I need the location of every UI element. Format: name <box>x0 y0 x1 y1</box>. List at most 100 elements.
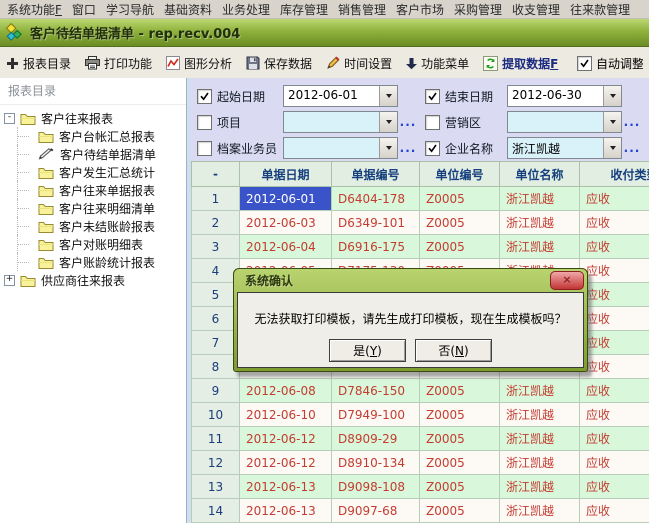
tree-item[interactable]: 客户往来明细清单 <box>4 199 186 217</box>
row-number[interactable]: 1 <box>192 187 240 211</box>
cell-doc_no[interactable]: D9098-108 <box>332 475 420 499</box>
cell-type[interactable]: 应收 <box>580 451 649 475</box>
cell-doc_no[interactable]: D7949-100 <box>332 403 420 427</box>
tree-item[interactable]: -客户往来报表 <box>4 109 186 127</box>
cell-unit_no[interactable]: Z0005 <box>420 211 500 235</box>
cell-type[interactable]: 应收 <box>580 307 649 331</box>
cell-date[interactable]: 2012-06-03 <box>240 211 332 235</box>
tree-item[interactable]: 客户发生汇总统计 <box>4 163 186 181</box>
cell-date[interactable]: 2012-06-13 <box>240 499 332 523</box>
cell-doc_no[interactable]: D8910-134 <box>332 451 420 475</box>
menu-item[interactable]: 基础资料 <box>159 0 217 19</box>
cell-doc_no[interactable]: D7846-150 <box>332 379 420 403</box>
cell-unit_no[interactable]: Z0005 <box>420 403 500 427</box>
expand-icon[interactable]: + <box>4 275 15 286</box>
collapse-icon[interactable]: - <box>4 113 15 124</box>
filter-project-browse-button[interactable]: ... <box>398 115 418 129</box>
column-header[interactable]: 单据编号 <box>332 162 420 187</box>
menu-item[interactable]: 往来款管理 <box>565 0 635 19</box>
filter-file-salesman-combobox[interactable] <box>283 137 398 159</box>
tree-item[interactable]: +供应商往来报表 <box>4 271 186 289</box>
menu-item[interactable]: 销售管理 <box>333 0 391 19</box>
cell-unit_name[interactable]: 浙江凯越 <box>500 187 580 211</box>
cell-unit_name[interactable]: 浙江凯越 <box>500 211 580 235</box>
menu-item[interactable]: 客户市场 <box>391 0 449 19</box>
cell-type[interactable]: 应收 <box>580 187 649 211</box>
cell-unit_name[interactable]: 浙江凯越 <box>500 475 580 499</box>
cell-unit_no[interactable]: Z0005 <box>420 187 500 211</box>
column-header[interactable]: 单据日期 <box>240 162 332 187</box>
toolbar-extract-data-button[interactable]: 提取数据F <box>483 55 558 72</box>
cell-doc_no[interactable]: D9097-68 <box>332 499 420 523</box>
toolbar-print-button[interactable]: 打印功能 <box>85 55 152 72</box>
filter-company-name-combobox[interactable]: 浙江凯越 <box>507 137 622 159</box>
column-header[interactable]: 单位编号 <box>420 162 500 187</box>
menu-item[interactable]: 窗口 <box>67 0 101 19</box>
filter-file-salesman-browse-button[interactable]: ... <box>398 141 418 155</box>
auto-adjust-toggle[interactable]: 自动调整 <box>577 55 643 72</box>
auto-adjust-checkbox[interactable] <box>577 56 592 71</box>
cell-type[interactable]: 应收 <box>580 379 649 403</box>
filter-sales-region-browse-button[interactable]: ... <box>622 115 642 129</box>
filter-company-name-browse-button[interactable]: ... <box>622 141 642 155</box>
cell-type[interactable]: 应收 <box>580 283 649 307</box>
cell-doc_no[interactable]: D8909-29 <box>332 427 420 451</box>
row-number[interactable]: 9 <box>192 379 240 403</box>
cell-date[interactable]: 2012-06-04 <box>240 235 332 259</box>
tree-item[interactable]: 客户账龄统计报表 <box>4 253 186 271</box>
row-number[interactable]: 11 <box>192 427 240 451</box>
filter-start-date-checkbox[interactable] <box>197 89 212 104</box>
tree-item[interactable]: 客户对账明细表 <box>4 235 186 253</box>
toolbar-time-settings-button[interactable]: 时间设置 <box>326 55 392 72</box>
cell-unit_name[interactable]: 浙江凯越 <box>500 403 580 427</box>
tree-item[interactable]: 客户往来单据报表 <box>4 181 186 199</box>
cell-type[interactable]: 应收 <box>580 403 649 427</box>
close-icon[interactable]: × <box>550 271 584 290</box>
filter-file-salesman-checkbox[interactable] <box>197 141 212 156</box>
cell-doc_no[interactable]: D6349-101 <box>332 211 420 235</box>
tree-item-selected[interactable]: 客户待结单据清单 <box>4 145 186 163</box>
filter-project-combobox[interactable] <box>283 111 398 133</box>
toolbar-save-data-button[interactable]: 保存数据 <box>246 55 312 72</box>
chevron-down-icon[interactable] <box>603 86 621 106</box>
chevron-down-icon[interactable] <box>379 86 397 106</box>
cell-date[interactable]: 2012-06-01 <box>240 187 332 211</box>
row-number[interactable]: 3 <box>192 235 240 259</box>
cell-type[interactable]: 应收 <box>580 235 649 259</box>
column-header[interactable]: 收付类型 <box>580 162 649 187</box>
column-header[interactable]: 单位名称 <box>500 162 580 187</box>
yes-button[interactable]: 是(Y) <box>329 339 406 362</box>
cell-type[interactable]: 应收 <box>580 211 649 235</box>
cell-type[interactable]: 应收 <box>580 355 649 379</box>
cell-unit_name[interactable]: 浙江凯越 <box>500 427 580 451</box>
chevron-down-icon[interactable] <box>379 138 397 158</box>
cell-type[interactable]: 应收 <box>580 475 649 499</box>
cell-unit_no[interactable]: Z0005 <box>420 499 500 523</box>
cell-unit_name[interactable]: 浙江凯越 <box>500 235 580 259</box>
cell-unit_no[interactable]: Z0005 <box>420 235 500 259</box>
menu-item[interactable]: 收支管理 <box>507 0 565 19</box>
cell-unit_no[interactable]: Z0005 <box>420 427 500 451</box>
toolbar-function-menu-button[interactable]: 功能菜单 <box>406 55 469 72</box>
row-number[interactable]: 10 <box>192 403 240 427</box>
toolbar-chart-analysis-button[interactable]: 图形分析 <box>166 55 232 72</box>
column-header[interactable]: - <box>192 162 240 187</box>
cell-type[interactable]: 应收 <box>580 259 649 283</box>
menu-item[interactable]: 业务处理 <box>217 0 275 19</box>
cell-unit_name[interactable]: 浙江凯越 <box>500 499 580 523</box>
cell-unit_no[interactable]: Z0005 <box>420 475 500 499</box>
filter-start-date-combobox[interactable]: 2012-06-01 <box>283 85 398 107</box>
no-button[interactable]: 否(N) <box>415 339 492 362</box>
filter-end-date-combobox[interactable]: 2012-06-30 <box>507 85 622 107</box>
cell-date[interactable]: 2012-06-12 <box>240 451 332 475</box>
cell-date[interactable]: 2012-06-12 <box>240 427 332 451</box>
cell-type[interactable]: 应收 <box>580 427 649 451</box>
cell-doc_no[interactable]: D6916-175 <box>332 235 420 259</box>
cell-type[interactable]: 应收 <box>580 499 649 523</box>
row-number[interactable]: 13 <box>192 475 240 499</box>
cell-unit_no[interactable]: Z0005 <box>420 451 500 475</box>
menu-item[interactable]: 采购管理 <box>449 0 507 19</box>
menu-item[interactable]: 系统功能F <box>2 0 67 19</box>
filter-company-name-checkbox[interactable] <box>425 141 440 156</box>
tree-item[interactable]: 客户未结账龄报表 <box>4 217 186 235</box>
